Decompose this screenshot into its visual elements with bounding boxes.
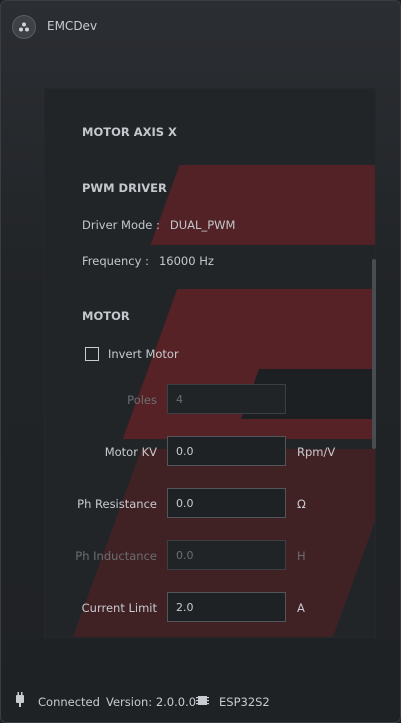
ph-resistance-unit: Ω bbox=[297, 497, 306, 511]
ph-inductance-label: Ph Inductance bbox=[75, 549, 157, 563]
usb-plug-icon bbox=[15, 692, 25, 711]
motor-kv-label: Motor KV bbox=[104, 445, 157, 459]
driver-mode-value: DUAL_PWM bbox=[169, 218, 236, 232]
driver-mode-row: Driver Mode : DUAL_PWM bbox=[82, 218, 235, 232]
current-limit-input[interactable]: 2.0 bbox=[167, 592, 286, 622]
poles-label: Poles bbox=[127, 393, 157, 407]
motor-kv-unit: Rpm/V bbox=[297, 445, 336, 459]
motor-heading: MOTOR bbox=[82, 309, 130, 323]
frequency-row: Frequency : 16000 Hz bbox=[82, 254, 214, 268]
ph-resistance-label: Ph Resistance bbox=[77, 497, 157, 511]
ph-inductance-input[interactable]: 0.0 bbox=[167, 540, 286, 570]
chip-icon bbox=[196, 694, 209, 710]
frequency-value: 16000 Hz bbox=[158, 254, 214, 268]
window-title: EMCDev bbox=[47, 19, 98, 33]
ph-inductance-unit: H bbox=[297, 549, 306, 563]
app-window: EMCDev MOTOR AXIS X PWM DRIVER Driver Mo… bbox=[0, 0, 401, 723]
ph-resistance-input[interactable]: 0.0 bbox=[167, 488, 286, 518]
current-limit-unit: A bbox=[297, 601, 305, 615]
current-limit-label: Current Limit bbox=[81, 601, 157, 615]
motor-kv-input[interactable]: 0.0 bbox=[167, 436, 286, 466]
app-logo-icon[interactable] bbox=[12, 15, 36, 39]
device-name: ESP32S2 bbox=[219, 695, 270, 709]
motor-config-panel: MOTOR AXIS X PWM DRIVER Driver Mode : DUA… bbox=[45, 89, 375, 637]
pwm-driver-heading: PWM DRIVER bbox=[82, 181, 167, 195]
frequency-label: Frequency : bbox=[82, 254, 149, 268]
scrollbar-thumb[interactable] bbox=[372, 259, 376, 449]
invert-motor-label[interactable]: Invert Motor bbox=[108, 347, 179, 361]
panel-title: MOTOR AXIS X bbox=[82, 125, 177, 139]
connection-status: Connected bbox=[38, 695, 100, 709]
driver-mode-label: Driver Mode : bbox=[82, 218, 160, 232]
status-bar: Connected Version: 2.0.0.0 ESP32S2 bbox=[1, 683, 400, 721]
version-text: Version: 2.0.0.0 bbox=[106, 695, 197, 709]
title-bar: EMCDev bbox=[1, 1, 400, 51]
poles-input[interactable]: 4 bbox=[167, 384, 286, 414]
invert-motor-checkbox[interactable] bbox=[85, 347, 99, 361]
